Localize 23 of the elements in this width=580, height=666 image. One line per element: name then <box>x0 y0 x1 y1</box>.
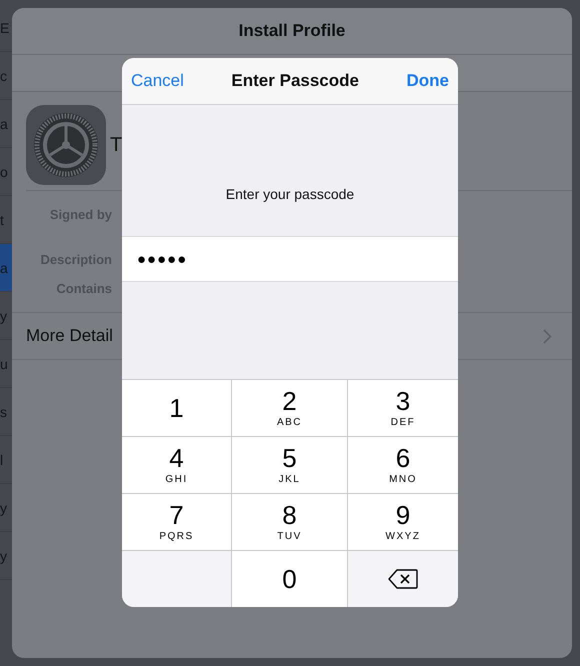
delete-key[interactable] <box>348 551 458 607</box>
list-item[interactable]: a <box>0 244 12 292</box>
passcode-prompt: Enter your passcode <box>224 186 356 202</box>
keypad-key[interactable]: 7 PQRS <box>122 494 232 550</box>
keypad-key[interactable]: 3 DEF <box>348 380 458 436</box>
profile-name: T <box>110 134 122 156</box>
more-details-label[interactable]: More Detail <box>26 326 113 346</box>
settings-icon <box>26 105 106 185</box>
keypad-key[interactable]: 0 <box>232 551 348 607</box>
backspace-icon <box>388 569 418 589</box>
done-button[interactable]: Done <box>406 71 449 91</box>
dialog-title: Enter Passcode <box>231 71 359 91</box>
keypad-key[interactable]: 9 WXYZ <box>348 494 458 550</box>
passcode-field[interactable]: ●●●●● <box>122 236 458 282</box>
keypad-key[interactable]: 2 ABC <box>232 380 348 436</box>
keypad-key[interactable]: 1 <box>122 380 232 436</box>
keypad-key[interactable]: 5 JKL <box>232 437 348 493</box>
cancel-button[interactable]: Cancel <box>131 71 184 91</box>
keypad-key[interactable]: 8 TUV <box>232 494 348 550</box>
keypad-key[interactable]: 6 MNO <box>348 437 458 493</box>
keypad-key[interactable]: 4 GHI <box>122 437 232 493</box>
chevron-icon <box>543 328 552 344</box>
sheet-title: Install Profile <box>238 21 346 41</box>
